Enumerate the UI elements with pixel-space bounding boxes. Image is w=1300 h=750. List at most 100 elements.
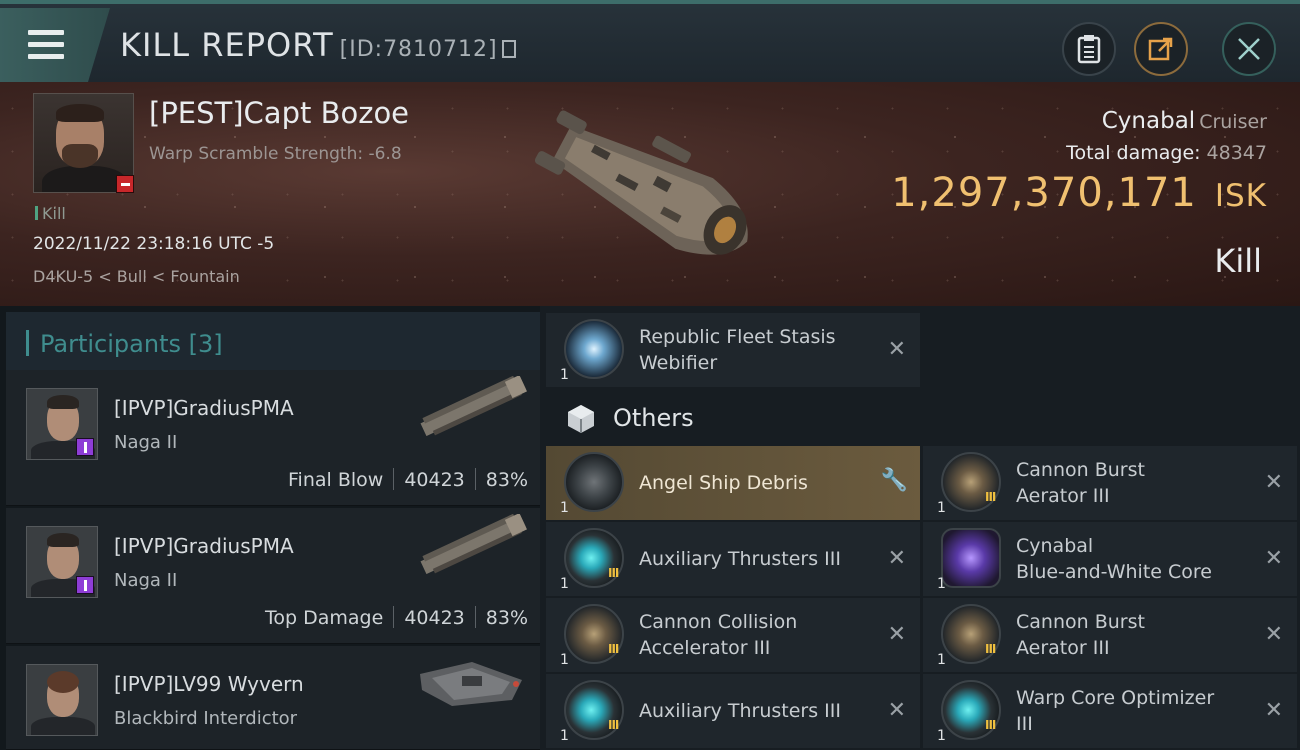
item-quantity: 1 <box>560 652 569 668</box>
tier-badge: III <box>608 642 619 656</box>
item-name: Cannon Collision Accelerator III <box>639 611 798 659</box>
tier-badge: III <box>985 718 996 732</box>
item-name: Angel Ship Debris <box>639 472 808 494</box>
item-name: Cannon Burst Aerator III <box>1016 459 1145 507</box>
destroyed-x-icon: ✕ <box>887 337 906 362</box>
participant-portrait[interactable] <box>26 664 98 736</box>
victim-ship-image[interactable] <box>520 90 780 290</box>
item-name: Cannon Burst Aerator III <box>1016 611 1145 659</box>
item-row[interactable]: 1 Angel Ship Debris 🔧 <box>546 446 920 520</box>
tier-badge: III <box>608 718 619 732</box>
participant-ship: Blackbird Interdictor <box>114 708 298 729</box>
item-row[interactable]: III 1 Auxiliary Thrusters III ✕ <box>546 674 920 748</box>
report-button[interactable] <box>1062 22 1116 76</box>
participant-damage: 40423 <box>404 469 465 491</box>
cube-icon <box>568 405 594 433</box>
destroyed-x-icon: ✕ <box>1264 698 1283 723</box>
close-button[interactable] <box>1222 22 1276 76</box>
kill-datetime: 2022/11/22 23:18:16 UTC -5 <box>33 234 275 254</box>
destroyed-x-icon: ✕ <box>1264 470 1283 495</box>
destroyed-x-icon: ✕ <box>887 698 906 723</box>
close-icon <box>1238 38 1260 60</box>
participant-stats: Final Blow 40423 83% <box>288 468 528 491</box>
tier-badge: III <box>985 490 996 504</box>
item-row[interactable]: III 1 Auxiliary Thrusters III ✕ <box>546 522 920 596</box>
participant-role: Top Damage <box>265 607 384 629</box>
corp-badge-icon <box>76 438 94 456</box>
page-title: KILL REPORT [ID:7810712] <box>120 26 516 64</box>
item-row[interactable]: 1 Republic Fleet Stasis Webifier ✕ <box>546 313 920 387</box>
participant-name[interactable]: [IPVP]GradiusPMA <box>114 396 294 420</box>
item-row[interactable]: 1 Cynabal Blue-and-White Core ✕ <box>923 522 1297 596</box>
item-quantity: 1 <box>560 367 569 383</box>
item-quantity: 1 <box>937 500 946 516</box>
kill-tag-label: Kill <box>42 204 66 223</box>
participant-ship: Naga II <box>114 432 178 453</box>
item-name: Warp Core Optimizer III <box>1016 687 1215 735</box>
share-icon <box>1148 37 1173 61</box>
destroyed-x-icon: ✕ <box>1264 546 1283 571</box>
kill-tag: Kill <box>35 204 66 223</box>
participant-stats: Top Damage 40423 83% <box>265 606 528 629</box>
item-quantity: 1 <box>937 576 946 592</box>
victim-banner: [PEST]Capt Bozoe Warp Scramble Strength:… <box>0 82 1300 306</box>
kill-location[interactable]: D4KU-5 < Bull < Fountain <box>33 267 240 286</box>
title-text: KILL REPORT <box>120 26 334 64</box>
item-quantity: 1 <box>560 576 569 592</box>
participants-label: Participants <box>40 330 181 358</box>
item-name: Cynabal Blue-and-White Core <box>1016 535 1212 583</box>
copy-icon[interactable] <box>501 40 516 58</box>
corp-badge-icon <box>76 576 94 594</box>
participant-name[interactable]: [IPVP]LV99 Wyvern <box>114 672 304 696</box>
clipboard-icon <box>1077 35 1101 64</box>
total-damage-value: 48347 <box>1206 142 1267 164</box>
participant-ship: Naga II <box>114 570 178 591</box>
item-name: Republic Fleet Stasis Webifier <box>639 326 836 374</box>
item-quantity: 1 <box>560 728 569 744</box>
destroyed-x-icon: ✕ <box>887 622 906 647</box>
item-name: Auxiliary Thrusters III <box>639 548 841 570</box>
title-bar: KILL REPORT [ID:7810712] <box>0 0 1300 82</box>
participant-ship-image <box>420 662 522 706</box>
participant-name[interactable]: [IPVP]GradiusPMA <box>114 534 294 558</box>
participants-header[interactable]: Participants [3] <box>6 312 540 370</box>
participant-row[interactable]: [IPVP]GradiusPMA Naga II Top Damage 40423… <box>6 508 540 644</box>
participants-title: Participants [3] <box>40 330 223 358</box>
tier-badge: III <box>985 642 996 656</box>
participant-percent: 83% <box>485 607 528 629</box>
isk-value: 1,297,370,171 ISK <box>891 170 1267 216</box>
victim-name[interactable]: [PEST]Capt Bozoe <box>149 96 409 130</box>
report-id: [ID:7810712] <box>339 37 498 62</box>
participant-row[interactable]: [IPVP]GradiusPMA Naga II Final Blow 40423… <box>6 370 540 506</box>
webifier-icon <box>564 319 624 379</box>
isk-unit: ISK <box>1214 178 1267 214</box>
participant-damage: 40423 <box>404 607 465 629</box>
participant-role: Final Blow <box>288 469 384 491</box>
participant-ship-image <box>420 514 527 574</box>
total-damage-label: Total damage: <box>1066 142 1201 164</box>
others-label: Others <box>613 404 694 432</box>
menu-button[interactable] <box>0 8 110 82</box>
item-row[interactable]: III 1 Cannon Burst Aerator III ✕ <box>923 598 1297 672</box>
item-row[interactable]: III 1 Cannon Burst Aerator III ✕ <box>923 446 1297 520</box>
item-row[interactable]: III 1 Cannon Collision Accelerator III ✕ <box>546 598 920 672</box>
victim-ship[interactable]: Cynabal Cruiser <box>1102 108 1267 134</box>
wrench-icon[interactable]: 🔧 <box>881 468 908 493</box>
result-label: Kill <box>1214 242 1262 280</box>
ship-debris-icon <box>564 452 624 512</box>
item-quantity: 1 <box>937 728 946 744</box>
participant-row[interactable]: [IPVP]LV99 Wyvern Blackbird Interdictor <box>6 646 540 750</box>
participants-panel: Participants [3] [IPVP]GradiusPMA Naga I… <box>0 306 540 750</box>
victim-ship-class: Cruiser <box>1199 111 1267 133</box>
others-section-header: Others <box>546 388 1300 448</box>
isk-amount: 1,297,370,171 <box>891 170 1197 216</box>
tier-badge: III <box>608 566 619 580</box>
item-quantity: 1 <box>937 652 946 668</box>
destroyed-x-icon: ✕ <box>1264 622 1283 647</box>
item-row[interactable]: III 1 Warp Core Optimizer III ✕ <box>923 674 1297 748</box>
item-quantity: 1 <box>560 500 569 516</box>
share-button[interactable] <box>1134 22 1188 76</box>
participant-percent: 83% <box>485 469 528 491</box>
destroyed-x-icon: ✕ <box>887 546 906 571</box>
hostile-badge-icon <box>116 175 134 193</box>
